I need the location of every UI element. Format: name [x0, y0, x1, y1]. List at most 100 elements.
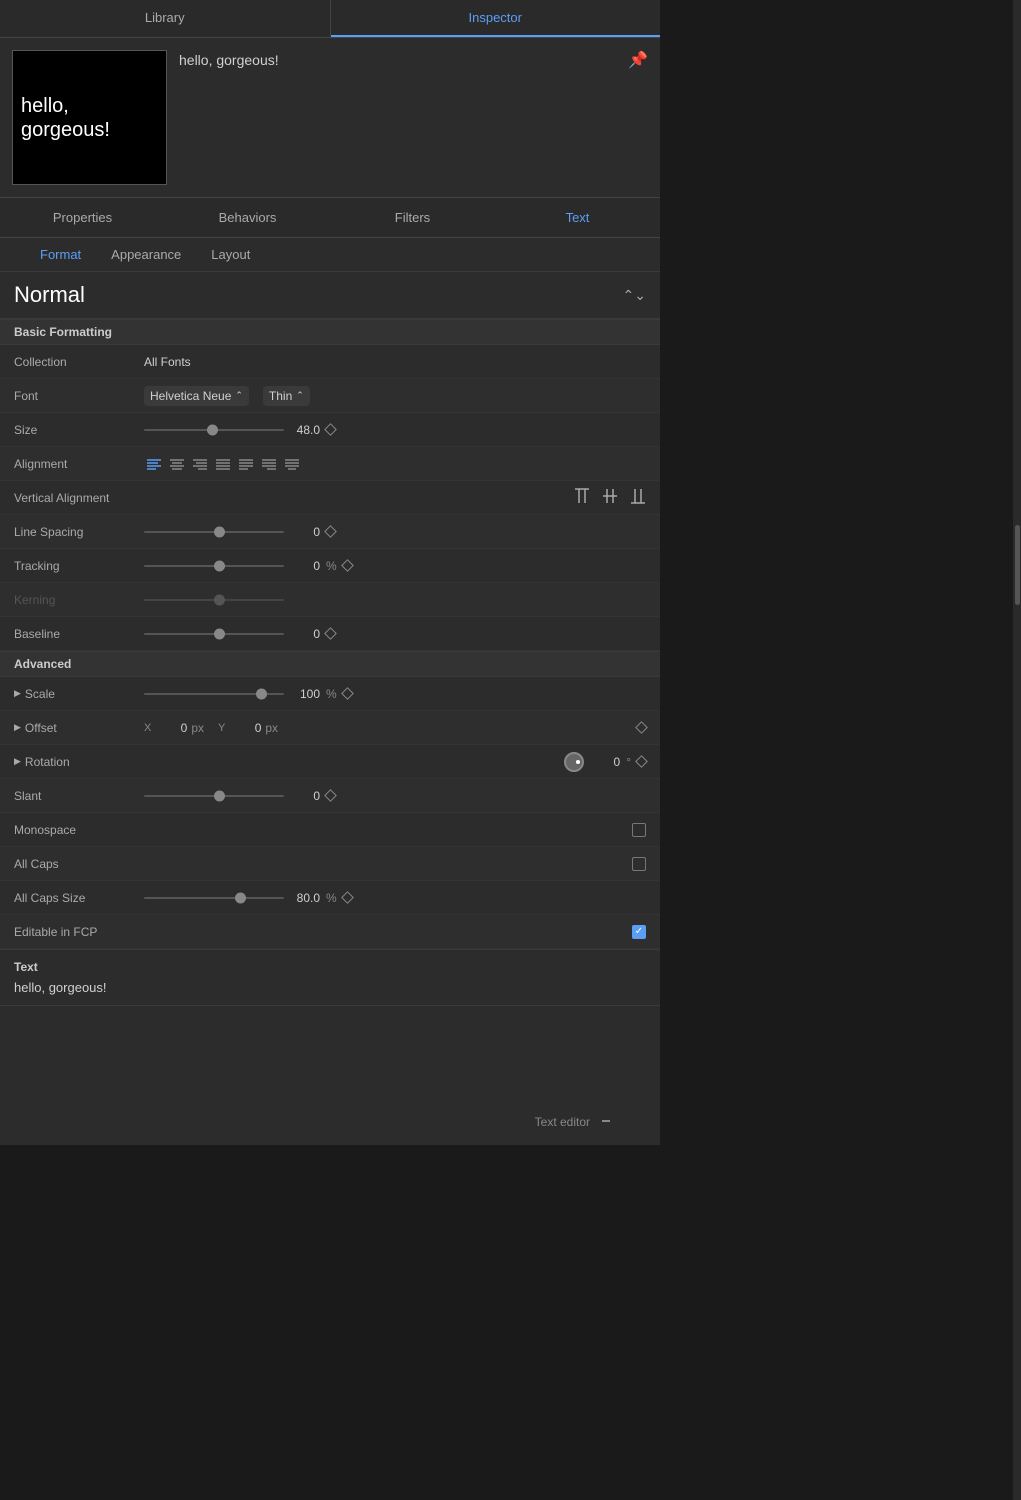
tab-inspector[interactable]: Inspector	[331, 0, 661, 37]
content-all-caps-size: 80.0 %	[144, 891, 646, 905]
tracking-slider[interactable]	[144, 559, 284, 573]
style-selector[interactable]: Normal ⌃⌄	[0, 272, 660, 319]
text-preview-content[interactable]: hello, gorgeous!	[14, 980, 646, 995]
size-slider-thumb[interactable]	[207, 424, 218, 435]
baseline-keyframe[interactable]	[324, 627, 337, 640]
tab-properties[interactable]: Properties	[0, 198, 165, 237]
row-kerning: Kerning	[0, 583, 660, 617]
tab-library[interactable]: Library	[0, 0, 331, 37]
line-spacing-keyframe[interactable]	[324, 525, 337, 538]
tracking-thumb[interactable]	[214, 560, 225, 571]
baseline-slider[interactable]	[144, 627, 284, 641]
row-scale: ▶ Scale 100 %	[0, 677, 660, 711]
editable-fcp-checkbox[interactable]	[632, 925, 646, 939]
label-rotation: ▶ Rotation	[14, 755, 144, 769]
unit-offset-y: px	[265, 721, 278, 735]
baseline-thumb[interactable]	[214, 628, 225, 639]
row-size: Size 48.0	[0, 413, 660, 447]
subtab-format[interactable]: Format	[40, 247, 81, 262]
line-spacing-thumb[interactable]	[214, 526, 225, 537]
content-size: 48.0	[144, 423, 646, 437]
label-font: Font	[14, 389, 144, 403]
slant-slider[interactable]	[144, 789, 284, 803]
unit-tracking: %	[326, 559, 337, 573]
alignment-buttons	[144, 455, 302, 473]
all-caps-size-keyframe[interactable]	[341, 891, 354, 904]
value-collection: All Fonts	[144, 355, 191, 369]
size-keyframe[interactable]	[324, 423, 337, 436]
unit-all-caps-size: %	[326, 891, 337, 905]
row-alignment: Alignment	[0, 447, 660, 481]
slant-thumb[interactable]	[214, 790, 225, 801]
align-right-button[interactable]	[190, 455, 210, 473]
unit-rotation: °	[626, 755, 631, 769]
kerning-slider	[144, 593, 284, 607]
content-alignment	[144, 455, 646, 473]
scale-slider[interactable]	[144, 687, 284, 701]
content-vertical-alignment	[144, 487, 646, 508]
rotation-dial[interactable]	[564, 752, 584, 772]
value-rotation: 0	[590, 755, 620, 769]
label-monospace: Monospace	[14, 823, 144, 837]
tab-text[interactable]: Text	[495, 198, 660, 237]
align-justify-button[interactable]	[213, 455, 233, 473]
scale-keyframe[interactable]	[341, 687, 354, 700]
all-caps-size-slider[interactable]	[144, 891, 284, 905]
align-center-button[interactable]	[167, 455, 187, 473]
row-rotation: ▶ Rotation 0 °	[0, 745, 660, 779]
value-baseline: 0	[290, 627, 320, 641]
value-offset-x: 0	[157, 721, 187, 735]
all-caps-checkbox[interactable]	[632, 857, 646, 871]
label-editable-fcp: Editable in FCP	[14, 925, 144, 939]
tab-behaviors[interactable]: Behaviors	[165, 198, 330, 237]
valign-bottom-button[interactable]	[630, 487, 646, 508]
text-editor-line	[602, 1120, 610, 1122]
scrollbar-thumb[interactable]	[1015, 525, 1020, 605]
line-spacing-slider[interactable]	[144, 525, 284, 539]
style-chevron-icon[interactable]: ⌃⌄	[623, 287, 646, 304]
font-weight-select[interactable]: Thin ⌃	[263, 386, 310, 406]
align-justify-left-button[interactable]	[236, 455, 256, 473]
subtab-appearance[interactable]: Appearance	[111, 247, 181, 262]
valign-middle-button[interactable]	[602, 487, 618, 508]
row-slant: Slant 0	[0, 779, 660, 813]
content-offset: X 0 px Y 0 px	[144, 721, 646, 735]
label-line-spacing: Line Spacing	[14, 525, 144, 539]
tab-filters[interactable]: Filters	[330, 198, 495, 237]
font-family-select[interactable]: Helvetica Neue ⌃	[144, 386, 249, 406]
offset-expand-arrow[interactable]: ▶	[14, 722, 21, 733]
size-slider[interactable]	[144, 423, 284, 437]
pin-icon[interactable]: 📌	[628, 50, 648, 70]
label-y: Y	[218, 722, 225, 734]
align-justify-all-button[interactable]	[282, 455, 302, 473]
tracking-keyframe[interactable]	[341, 559, 354, 572]
style-name: Normal	[14, 282, 85, 308]
value-all-caps-size: 80.0	[290, 891, 320, 905]
valign-top-button[interactable]	[574, 487, 590, 508]
text-preview-section: Text hello, gorgeous!	[0, 949, 660, 1005]
subtab-layout[interactable]: Layout	[211, 247, 250, 262]
align-justify-right-button[interactable]	[259, 455, 279, 473]
all-caps-size-thumb[interactable]	[235, 892, 246, 903]
monospace-checkbox[interactable]	[632, 823, 646, 837]
align-left-button[interactable]	[144, 455, 164, 473]
content-all-caps	[144, 857, 646, 871]
scale-thumb[interactable]	[256, 688, 267, 699]
text-preview-label: Text	[14, 960, 646, 974]
row-all-caps: All Caps	[0, 847, 660, 881]
offset-keyframe[interactable]	[635, 721, 648, 734]
content-font: Helvetica Neue ⌃ Thin ⌃	[144, 386, 646, 406]
inspector-tab-bar: Properties Behaviors Filters Text	[0, 198, 660, 238]
content-scale: 100 %	[144, 687, 646, 701]
scrollbar[interactable]	[1013, 0, 1021, 1500]
row-offset: ▶ Offset X 0 px Y 0 px	[0, 711, 660, 745]
label-scale: ▶ Scale	[14, 687, 144, 701]
value-size: 48.0	[290, 423, 320, 437]
scale-expand-arrow[interactable]: ▶	[14, 688, 21, 699]
text-editor-label: Text editor	[535, 1115, 590, 1129]
unit-offset-x: px	[191, 721, 204, 735]
rotation-keyframe[interactable]	[635, 755, 648, 768]
slant-keyframe[interactable]	[324, 789, 337, 802]
rotation-expand-arrow[interactable]: ▶	[14, 756, 21, 767]
label-size: Size	[14, 423, 144, 437]
